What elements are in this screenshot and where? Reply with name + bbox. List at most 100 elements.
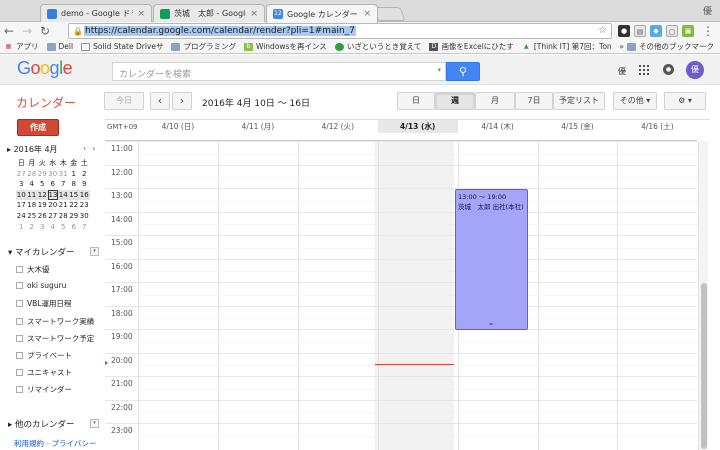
- mini-day[interactable]: 30: [79, 211, 90, 222]
- calendar-checkbox[interactable]: [16, 334, 23, 342]
- privacy-link[interactable]: プライバシー: [52, 439, 97, 448]
- tab-close-icon[interactable]: ×: [250, 9, 258, 19]
- browser-tab-sheets[interactable]: 茨城 太郎 - Google スプレ ×: [153, 4, 265, 22]
- view-agenda-button[interactable]: 予定リスト: [553, 92, 605, 110]
- bookmark-izatoiutoki[interactable]: いざというとき覚えて: [334, 41, 421, 52]
- mini-day[interactable]: 7: [58, 179, 69, 190]
- mini-day[interactable]: 23: [79, 200, 90, 211]
- calendar-event[interactable]: 13:00 〜 19:00 茨城 太郎 出社(本社) =: [455, 189, 528, 330]
- next-week-button[interactable]: ›: [172, 92, 192, 110]
- mini-day[interactable]: 4: [48, 222, 59, 233]
- bookmark-folder-programming[interactable]: プログラミング: [171, 41, 236, 52]
- mini-day[interactable]: 10: [16, 189, 27, 201]
- scrollbar-thumb[interactable]: [701, 283, 707, 449]
- my-calendar-item[interactable]: VBL運用日程: [16, 298, 71, 309]
- calendar-checkbox[interactable]: [16, 386, 23, 394]
- calendar-checkbox[interactable]: [16, 369, 23, 377]
- address-bar[interactable]: 🔒 https://calendar.google.com/calendar/r…: [68, 23, 612, 39]
- view-day-button[interactable]: 日: [397, 92, 435, 110]
- calendar-checkbox[interactable]: [16, 352, 23, 359]
- mini-day[interactable]: 26: [37, 211, 48, 222]
- my-calendar-item[interactable]: リマインダー: [16, 384, 72, 395]
- browser-profile-label[interactable]: 優: [703, 4, 712, 17]
- mini-day[interactable]: 11: [26, 189, 37, 201]
- mini-day[interactable]: 2: [27, 222, 38, 233]
- my-calendars-header[interactable]: ▾ マイカレンダー: [8, 246, 74, 258]
- day-header[interactable]: 4/11 (月): [218, 120, 298, 133]
- bookmark-ssd[interactable]: Solid State Driveサ: [81, 41, 163, 52]
- bookmark-thinkit[interactable]: ▲ [Think IT] 第7回：Ton: [522, 41, 612, 52]
- more-button[interactable]: その他 ▾: [613, 92, 657, 110]
- bookmark-star-icon[interactable]: ☆: [598, 25, 607, 36]
- extension-icon[interactable]: ◆: [650, 25, 662, 37]
- mini-day[interactable]: 28: [27, 169, 38, 180]
- mini-day[interactable]: 18: [27, 200, 38, 211]
- mini-day[interactable]: 27: [16, 169, 27, 180]
- url-text[interactable]: https://calendar.google.com/calendar/ren…: [84, 26, 356, 36]
- bookmark-apps[interactable]: ▦ アプリ: [4, 41, 39, 52]
- mini-day[interactable]: 27: [48, 211, 59, 222]
- mini-day[interactable]: 6: [48, 179, 59, 190]
- forward-arrow-icon[interactable]: →: [18, 22, 36, 40]
- mini-day[interactable]: 21: [58, 200, 69, 211]
- tab-close-icon[interactable]: ×: [137, 9, 145, 19]
- calendar-checkbox[interactable]: [16, 282, 23, 290]
- my-calendar-item[interactable]: ユニキャスト: [16, 367, 72, 378]
- mini-day[interactable]: 3: [37, 222, 48, 233]
- time-slots[interactable]: 11:00 12:00 13:00 14:00 15:00 16:00 17:00 18:00…: [105, 141, 697, 450]
- create-event-button[interactable]: 作成: [17, 119, 59, 136]
- mini-calendar-nav[interactable]: ‹›: [83, 144, 101, 153]
- day-header[interactable]: 4/15 (金): [538, 120, 618, 133]
- extension-icon[interactable]: ●: [618, 25, 630, 37]
- mini-day[interactable]: 7: [79, 222, 90, 233]
- mini-day[interactable]: 24: [16, 211, 27, 222]
- other-calendars-menu-icon[interactable]: ▾: [90, 419, 99, 428]
- grid-scrollbar[interactable]: [698, 141, 708, 450]
- day-header[interactable]: 4/10 (日): [138, 120, 218, 133]
- mini-day[interactable]: 28: [58, 211, 69, 222]
- browser-menu-icon[interactable]: ⋮: [702, 24, 714, 38]
- day-header[interactable]: 4/14 (木): [458, 120, 538, 133]
- view-7day-button[interactable]: 7日: [515, 92, 553, 110]
- mini-day[interactable]: 29: [37, 169, 48, 180]
- bookmark-excel[interactable]: D 画像をExcelにひたす: [429, 41, 514, 52]
- browser-tab-calendar[interactable]: 12 Google カレンダー - 2016年 ×: [266, 4, 378, 23]
- extension-icon[interactable]: ▢: [666, 25, 678, 37]
- prev-week-button[interactable]: ‹: [150, 92, 170, 110]
- google-logo[interactable]: Google: [17, 58, 73, 79]
- mini-day[interactable]: 14: [58, 189, 69, 201]
- reload-icon[interactable]: ↻: [36, 22, 54, 40]
- mini-day[interactable]: 17: [16, 200, 27, 211]
- today-button[interactable]: 今日: [104, 92, 144, 110]
- mini-day[interactable]: 2: [79, 169, 90, 180]
- mini-day[interactable]: 20: [48, 200, 59, 211]
- other-calendars-header[interactable]: ▸ 他のカレンダー: [8, 418, 74, 430]
- extension-icon[interactable]: ▣: [682, 25, 694, 37]
- my-calendar-item[interactable]: スマートワーク実績: [16, 316, 94, 327]
- calendar-checkbox[interactable]: [16, 317, 23, 325]
- mini-day[interactable]: 25: [27, 211, 38, 222]
- tab-close-icon[interactable]: ×: [363, 9, 371, 19]
- mini-day[interactable]: 31: [58, 169, 69, 180]
- mini-day[interactable]: 5: [58, 222, 69, 233]
- day-header[interactable]: 4/12 (火): [298, 120, 378, 133]
- mini-day[interactable]: 13: [47, 189, 58, 201]
- my-calendar-item[interactable]: oki suguru: [16, 281, 66, 290]
- all-day-row[interactable]: [105, 133, 697, 141]
- search-button[interactable]: ⚲: [446, 62, 480, 81]
- settings-button[interactable]: ⚙ ▾: [664, 92, 706, 110]
- view-month-button[interactable]: 月: [475, 92, 515, 110]
- mini-day[interactable]: 3: [16, 179, 27, 190]
- bookmark-folder-dell[interactable]: Dell: [46, 42, 73, 51]
- mini-day[interactable]: 30: [48, 169, 59, 180]
- mini-day[interactable]: 19: [37, 200, 48, 211]
- day-header[interactable]: 4/16 (土): [617, 120, 697, 133]
- mini-day[interactable]: 22: [69, 200, 80, 211]
- my-calendars-menu-icon[interactable]: ▾: [90, 247, 99, 256]
- mini-day[interactable]: 29: [69, 211, 80, 222]
- mini-day[interactable]: 15: [68, 189, 79, 201]
- view-week-button[interactable]: 週: [435, 92, 475, 110]
- mini-calendar-title[interactable]: ▸ 2016年 4月: [7, 144, 58, 155]
- mini-day[interactable]: 16: [79, 189, 90, 201]
- avatar[interactable]: 優: [686, 61, 704, 79]
